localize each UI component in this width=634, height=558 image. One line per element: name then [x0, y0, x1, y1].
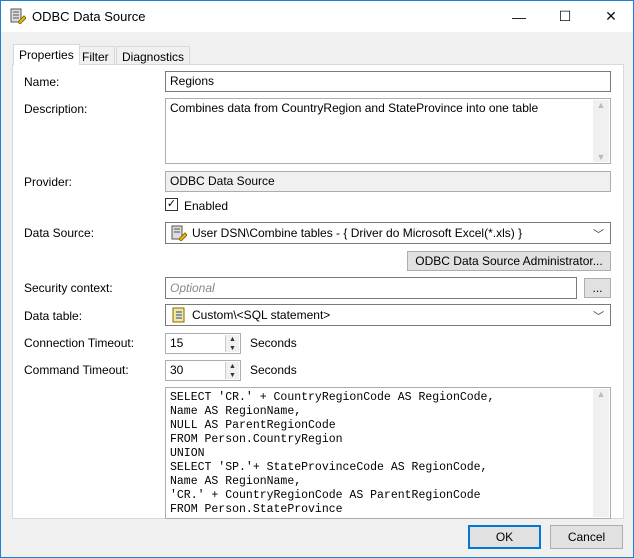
description-text: Combines data from CountryRegion and Sta…	[170, 101, 539, 115]
enabled-checkbox[interactable]: ✓	[165, 198, 178, 211]
connection-timeout-label: Connection Timeout:	[24, 336, 135, 350]
description-label: Description:	[24, 102, 88, 116]
data-source-label: Data Source:	[24, 226, 95, 240]
odbc-administrator-button[interactable]: ODBC Data Source Administrator...	[407, 251, 611, 271]
spinner-arrows-icon[interactable]: ▲ ▼	[225, 335, 239, 352]
data-source-value: User DSN\Combine tables - { Driver do Mi…	[192, 226, 523, 240]
cancel-button[interactable]: Cancel	[550, 525, 623, 549]
spinner-arrows-icon[interactable]: ▲ ▼	[225, 362, 239, 379]
description-textarea[interactable]: Combines data from CountryRegion and Sta…	[165, 98, 611, 164]
sql-editor[interactable]: SELECT 'CR.' + CountryRegionCode AS Regi…	[165, 387, 611, 519]
connection-timeout-unit: Seconds	[250, 336, 297, 350]
close-button[interactable]: ✕	[588, 1, 634, 32]
data-table-combo[interactable]: Custom\<SQL statement> ﹀	[165, 304, 611, 326]
name-input[interactable]: Regions	[165, 71, 611, 92]
security-context-input[interactable]: Optional	[165, 277, 577, 299]
command-timeout-unit: Seconds	[250, 363, 297, 377]
data-source-icon	[171, 225, 187, 241]
tab-filter[interactable]: Filter	[76, 46, 115, 65]
data-source-combo[interactable]: User DSN\Combine tables - { Driver do Mi…	[165, 222, 611, 244]
description-scrollbar[interactable]: ▲ ▼	[593, 100, 609, 162]
sql-script-icon	[172, 307, 185, 323]
name-label: Name:	[24, 75, 60, 89]
security-context-label: Security context:	[24, 281, 113, 295]
connection-timeout-spinner[interactable]: 15 ▲ ▼	[165, 333, 241, 354]
odbc-dialog: ODBC Data Source — ☐ ✕ Properties Filter…	[0, 0, 634, 558]
ok-button[interactable]: OK	[468, 525, 541, 549]
provider-field: ODBC Data Source	[165, 171, 611, 192]
data-table-label: Data table:	[24, 309, 83, 323]
tab-diagnostics[interactable]: Diagnostics	[116, 46, 191, 65]
sql-scrollbar[interactable]: ▲	[593, 389, 609, 517]
data-source-icon	[10, 8, 26, 24]
data-table-value: Custom\<SQL statement>	[192, 308, 331, 322]
chevron-down-icon: ﹀	[593, 311, 604, 323]
chevron-down-icon: ﹀	[593, 229, 604, 241]
maximize-button[interactable]: ☐	[542, 1, 588, 32]
command-timeout-spinner[interactable]: 30 ▲ ▼	[165, 360, 241, 381]
connection-timeout-value: 15	[170, 336, 184, 350]
provider-label: Provider:	[24, 175, 73, 189]
command-timeout-value: 30	[170, 363, 184, 377]
title-bar: ODBC Data Source — ☐ ✕	[1, 1, 633, 32]
minimize-button[interactable]: —	[496, 1, 542, 32]
command-timeout-label: Command Timeout:	[24, 363, 129, 377]
tab-properties[interactable]: Properties	[13, 44, 80, 65]
window-title: ODBC Data Source	[32, 9, 146, 24]
browse-button[interactable]: ...	[584, 278, 611, 298]
sql-text: SELECT 'CR.' + CountryRegionCode AS Regi…	[170, 391, 495, 516]
enabled-label: Enabled	[184, 199, 229, 213]
